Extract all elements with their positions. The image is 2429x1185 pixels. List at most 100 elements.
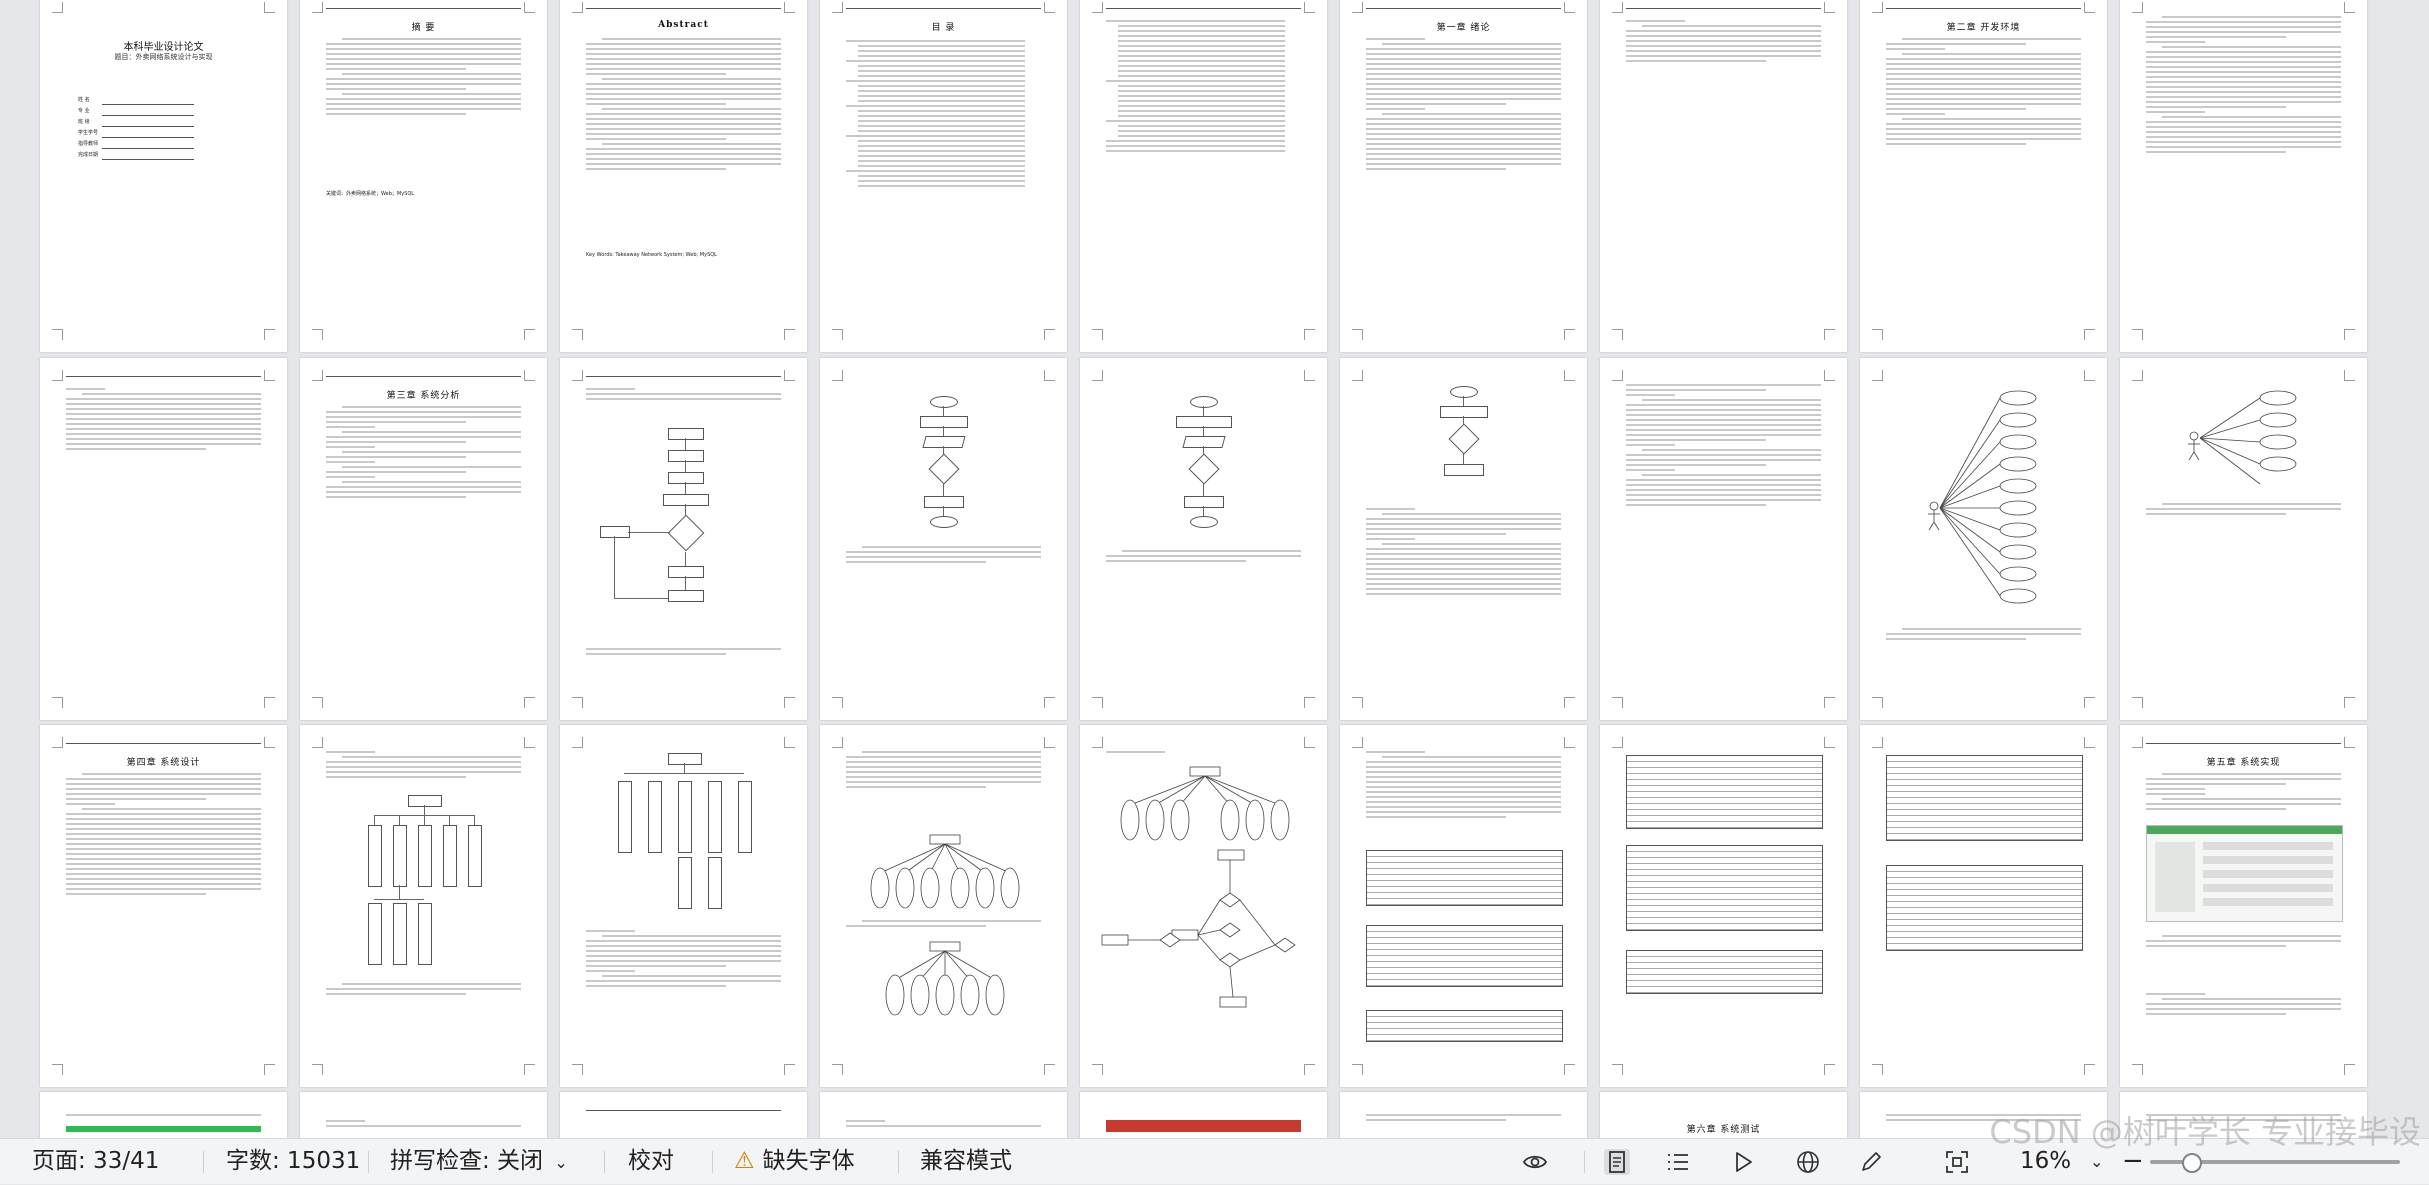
- screenshot-homepage: [2146, 825, 2343, 922]
- ch2-body: [1886, 38, 2081, 148]
- ch2-b-body: [66, 388, 261, 453]
- page-row4-8[interactable]: [1860, 1092, 2107, 1138]
- ch3-body: [326, 406, 521, 501]
- page-row4-4[interactable]: [820, 1092, 1067, 1138]
- toc-entries: [846, 40, 1041, 190]
- page-abstract-en[interactable]: Abstract Key Words: Takeaway Network Sys…: [560, 0, 807, 352]
- usecase-diagram-admin: [1928, 390, 2037, 604]
- login-flowchart: [890, 396, 1000, 536]
- function-structure-diagram-2: [614, 753, 754, 923]
- page-row4-1[interactable]: [40, 1092, 287, 1138]
- globe-icon[interactable]: [1795, 1149, 1821, 1175]
- function-structure-diagram-1: [364, 795, 484, 975]
- cover-field-date: 完成日期: [78, 152, 99, 158]
- flowchart-small: [1410, 386, 1520, 496]
- page-ch3[interactable]: 第三章 系统分析: [300, 358, 547, 720]
- page-feasibility[interactable]: [1340, 358, 1587, 720]
- er-entity-diagram-2: [885, 941, 1005, 1016]
- proofread-button[interactable]: 校对: [628, 1139, 674, 1184]
- page-usecase-2[interactable]: [2120, 358, 2367, 720]
- page-row4-3[interactable]: [560, 1092, 807, 1138]
- page-view-icon[interactable]: [1604, 1149, 1630, 1175]
- page-flowchart-2[interactable]: [820, 358, 1067, 720]
- page-tables-1[interactable]: [1340, 725, 1587, 1087]
- toc-entries-cont: [1106, 20, 1301, 155]
- ch2-heading: 第二章 开发环境: [1946, 23, 2021, 33]
- word-count[interactable]: 字数: 15031: [226, 1139, 360, 1184]
- page-row4-6[interactable]: [1340, 1092, 1587, 1138]
- page-toc-2[interactable]: [1080, 0, 1327, 352]
- zoom-slider-thumb[interactable]: [2182, 1153, 2202, 1173]
- business-flowchart: [600, 428, 770, 638]
- page-abstract-cn[interactable]: 摘 要 关键词：外卖网络系统；Web；MySQL: [300, 0, 547, 352]
- abstract-cn-keywords: 关键词：外卖网络系统；Web；MySQL: [326, 191, 415, 197]
- page-ch2[interactable]: 第二章 开发环境: [1860, 0, 2107, 352]
- page-function-tree-1[interactable]: [300, 725, 547, 1087]
- cover-info-table: [102, 95, 194, 161]
- page-flowchart-3[interactable]: [1080, 358, 1327, 720]
- zoom-chevron-icon[interactable]: ⌄: [2090, 1139, 2103, 1184]
- page-er-1[interactable]: [820, 725, 1067, 1087]
- compat-mode-label[interactable]: 兼容模式: [920, 1139, 1012, 1184]
- page-ch5[interactable]: [1860, 725, 2107, 1087]
- db-table-6: [1626, 950, 1823, 994]
- cover-subtitle: 题目：外卖网络系统设计与实现: [114, 53, 213, 61]
- page-er-2[interactable]: [1080, 725, 1327, 1087]
- missing-font-button[interactable]: ⚠ 缺失字体: [734, 1139, 855, 1184]
- document-canvas[interactable]: 本科毕业设计论文 题目：外卖网络系统设计与实现 姓 名 专 业 班 级 学生学号…: [0, 0, 2429, 1138]
- cover-field-id: 学生学号: [78, 130, 99, 136]
- register-flowchart: [1150, 396, 1260, 546]
- toc-heading: 目 录: [931, 23, 956, 33]
- missing-font-label: 缺失字体: [762, 1148, 855, 1174]
- spellcheck-label: 拼写检查: 关闭: [390, 1148, 544, 1174]
- page-flowchart-1[interactable]: [560, 358, 807, 720]
- db-table-7: [1886, 755, 2083, 841]
- page-requirements[interactable]: [1600, 358, 1847, 720]
- play-icon[interactable]: [1730, 1149, 1756, 1175]
- pen-icon[interactable]: [1858, 1149, 1884, 1175]
- cover-field-class: 班 级: [78, 119, 90, 125]
- page-ch6[interactable]: 第六章 系统测试: [1600, 1092, 1847, 1138]
- page-tables-2[interactable]: [1600, 725, 1847, 1087]
- ch6-heading: 第六章 系统测试: [1686, 1125, 1761, 1135]
- page-row4-9[interactable]: [2120, 1092, 2367, 1138]
- page-ch1[interactable]: 第一章 绪论: [1340, 0, 1587, 352]
- abstract-cn-body: [326, 38, 521, 118]
- ch2-cont-body: [2146, 16, 2341, 156]
- page-toc-1[interactable]: 目 录: [820, 0, 1067, 352]
- page-indicator[interactable]: 页面: 33/41: [32, 1139, 159, 1184]
- zoom-out-icon[interactable]: −: [2122, 1139, 2144, 1184]
- abstract-en-heading: Abstract: [658, 20, 709, 30]
- db-table-4: [1626, 755, 1823, 829]
- zoom-level[interactable]: 16%: [2020, 1139, 2071, 1184]
- usecase-diagram-user: [2188, 390, 2297, 485]
- eye-icon[interactable]: [1522, 1149, 1548, 1175]
- db-table-1: [1366, 850, 1563, 906]
- spellcheck-toggle[interactable]: 拼写检查: 关闭 ⌄: [390, 1139, 568, 1184]
- db-table-3: [1366, 1010, 1563, 1042]
- page-ch2-b[interactable]: [40, 358, 287, 720]
- ch5-heading: 第五章 系统实现: [2206, 758, 2281, 768]
- status-bar: 页面: 33/41 字数: 15031 拼写检查: 关闭 ⌄ 校对 ⚠ 缺失字体 …: [0, 1138, 2429, 1184]
- page-ch4[interactable]: 第四章 系统设计: [40, 725, 287, 1087]
- page-ch5-impl[interactable]: 第五章 系统实现: [2120, 725, 2367, 1087]
- cover-field-advisor: 指导教师: [78, 141, 99, 147]
- chevron-down-icon: ⌄: [554, 1153, 568, 1172]
- page-ch1-cont[interactable]: [1600, 0, 1847, 352]
- db-table-5: [1626, 845, 1823, 931]
- outline-icon[interactable]: [1665, 1149, 1691, 1175]
- ch4-body: [66, 773, 261, 898]
- page-usecase-1[interactable]: [1860, 358, 2107, 720]
- page-row4-5[interactable]: [1080, 1092, 1327, 1138]
- er-entity-diagram-1: [870, 834, 1020, 909]
- ch4-heading: 第四章 系统设计: [126, 758, 201, 768]
- page-function-tree-2[interactable]: [560, 725, 807, 1087]
- page-row4-2[interactable]: [300, 1092, 547, 1138]
- db-table-8: [1886, 865, 2083, 951]
- page-ch2-cont[interactable]: [2120, 0, 2367, 352]
- cover-field-major: 专 业: [78, 108, 90, 114]
- fit-screen-icon[interactable]: [1944, 1149, 1970, 1175]
- page-cover[interactable]: 本科毕业设计论文 题目：外卖网络系统设计与实现 姓 名 专 业 班 级 学生学号…: [40, 0, 287, 352]
- abstract-en-keywords: Key Words: Takeaway Network System; Web;…: [586, 252, 717, 258]
- db-table-2: [1366, 925, 1563, 987]
